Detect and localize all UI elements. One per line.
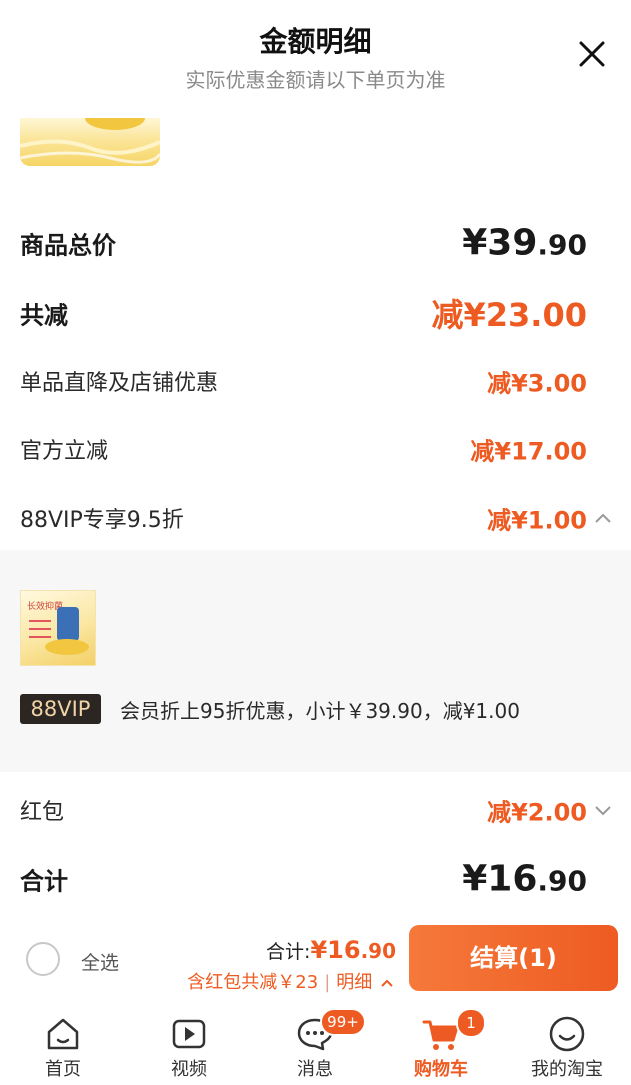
row-vip-discount[interactable]: 88VIP专享9.5折 减¥1.00 (0, 493, 631, 543)
home-icon (47, 1018, 79, 1050)
select-all-label[interactable]: 全选 (81, 948, 119, 975)
row-total-price: 商品总价 ¥39.90 (0, 218, 631, 268)
vip-badge: 88VIP (20, 694, 101, 724)
bottom-tab-bar: 首页 视频 消息 99+ 购物车 1 我的淘宝 (0, 1004, 631, 1085)
vip-detail-panel: 长效抑菌 88VIP 会员折上95折优惠，小计￥39.90，减¥1.00 (0, 550, 631, 772)
checkout-discount-summary[interactable]: 含红包共减￥23 | 明细 (187, 968, 394, 994)
chevron-up-icon[interactable] (380, 978, 394, 988)
smile-icon (549, 1016, 585, 1052)
row-official-discount: 官方立减 减¥17.00 (0, 424, 631, 474)
total-discount-label: 共减 (20, 301, 68, 330)
vip-product-thumbnail: 长效抑菌 (20, 590, 96, 666)
chevron-up-icon[interactable] (593, 511, 613, 525)
message-badge: 99+ (320, 1008, 366, 1036)
vip-detail-text: 会员折上95折优惠，小计￥39.90，减¥1.00 (120, 699, 520, 723)
video-icon (172, 1019, 206, 1049)
official-discount-value: 减¥17.00 (470, 437, 587, 466)
cart-badge: 1 (456, 1008, 486, 1038)
store-discount-label: 单品直降及店铺优惠 (20, 371, 219, 396)
tab-messages[interactable]: 消息 99+ (252, 1004, 378, 1085)
red-packet-value: 减¥2.00 (487, 798, 587, 827)
product-thumbnail (20, 118, 160, 166)
sheet-title: 金额明细 (259, 25, 372, 58)
select-all-radio[interactable] (26, 942, 60, 976)
tab-video[interactable]: 视频 (126, 1004, 252, 1085)
detail-link[interactable]: 明细 (336, 972, 372, 993)
row-store-discount: 单品直降及店铺优惠 减¥3.00 (0, 356, 631, 406)
total-discount-value: 减¥23.00 (431, 296, 588, 334)
chevron-down-icon[interactable] (593, 803, 613, 817)
price-detail-sheet: 金额明细 实际优惠金额请以下单页为准 商品总价 ¥39.90 共减 减¥23.0… (0, 0, 631, 1085)
tab-cart[interactable]: 购物车 1 (378, 1004, 504, 1085)
checkout-total: 合计:¥16.90 (266, 936, 396, 964)
red-packet-label: 红包 (20, 800, 65, 825)
vip-discount-label: 88VIP专享9.5折 (20, 508, 184, 533)
tab-my-taobao[interactable]: 我的淘宝 (504, 1004, 630, 1085)
close-icon[interactable] (576, 38, 608, 70)
row-total-discount: 共减 减¥23.00 (0, 288, 631, 338)
checkout-bar: 全选 合计:¥16.90 含红包共减￥23 | 明细 结算(1) (0, 924, 631, 1004)
sheet-subtitle: 实际优惠金额请以下单页为准 (185, 68, 446, 92)
cart-icon (422, 1020, 459, 1050)
row-sum: 合计 ¥16.90 (0, 854, 631, 904)
store-discount-value: 减¥3.00 (487, 369, 587, 398)
total-price-label: 商品总价 (20, 231, 116, 260)
sum-label: 合计 (20, 867, 68, 896)
checkout-button[interactable]: 结算(1) (409, 925, 618, 991)
total-price-value: ¥39.90 (462, 222, 587, 264)
official-discount-label: 官方立减 (20, 439, 109, 464)
tab-home[interactable]: 首页 (0, 1004, 126, 1085)
vip-discount-value: 减¥1.00 (487, 506, 587, 535)
row-red-packet[interactable]: 红包 减¥2.00 (0, 785, 631, 835)
sum-value: ¥16.90 (462, 858, 587, 900)
